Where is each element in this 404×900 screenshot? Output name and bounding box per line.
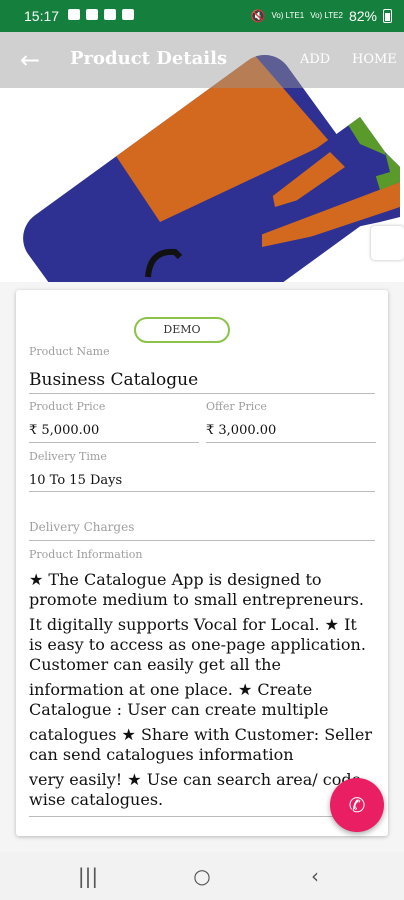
product-info-label: Product Information: [29, 548, 143, 561]
notification-icon: [104, 9, 116, 20]
divider: [29, 442, 199, 443]
product-name-value: Business Catalogue: [29, 370, 199, 390]
product-info-line: information at one place. ★ Create Catal…: [29, 680, 329, 719]
network-label: Vo) LTE1: [271, 11, 305, 20]
side-tab[interactable]: [371, 226, 404, 260]
product-name-label: Product Name: [29, 345, 110, 358]
product-info-text: ★ The Catalogue App is designed to promo…: [29, 570, 374, 815]
product-price-value: ₹ 5,000.00: [29, 423, 100, 438]
demo-badge[interactable]: DEMO: [134, 317, 230, 343]
divider: [29, 491, 375, 492]
system-nav-bar: ||| ○ ‹: [0, 852, 404, 900]
mute-icon: 🔇: [250, 9, 266, 23]
notification-icon: [86, 9, 98, 20]
product-info-line: ★ The Catalogue App is designed to promo…: [29, 570, 364, 609]
product-details-card: DEMO Product Name Business Catalogue Pro…: [16, 290, 388, 836]
battery-percent: 82%: [348, 8, 377, 24]
divider: [29, 540, 375, 541]
back-arrow-icon[interactable]: ←: [16, 46, 44, 74]
image-icon: [122, 9, 134, 20]
battery-icon: [383, 9, 392, 23]
recents-icon[interactable]: |||: [73, 864, 103, 888]
delivery-charges-label: Delivery Charges: [29, 520, 135, 534]
offer-price-value: ₹ 3,000.00: [206, 423, 277, 438]
product-info-line: very easily! ★ Use can search area/ code…: [29, 770, 362, 809]
divider: [29, 816, 375, 817]
product-price-label: Product Price: [29, 400, 106, 413]
page-title: Product Details: [70, 48, 228, 69]
home-button[interactable]: HOME: [352, 52, 397, 67]
notification-icons: [68, 9, 134, 20]
network-label: Vo) LTE2: [310, 11, 343, 20]
product-info-line: It digitally supports Vocal for Local. ★…: [29, 615, 366, 674]
product-info-line: catalogues ★ Share with Customer: Seller…: [29, 725, 372, 764]
whatsapp-icon: ✆: [348, 793, 366, 817]
add-button[interactable]: ADD: [300, 52, 330, 67]
notification-icon: [68, 9, 80, 20]
divider: [29, 393, 375, 394]
divider: [206, 442, 376, 443]
status-time: 15:17: [24, 8, 60, 24]
app-bar: ← Product Details ADD HOME: [0, 32, 404, 88]
status-bar: 15:17 🔇 Vo) LTE1 Vo) LTE2 82%: [0, 0, 404, 32]
back-icon[interactable]: ‹: [300, 864, 330, 888]
whatsapp-button[interactable]: ✆: [330, 778, 384, 832]
offer-price-label: Offer Price: [206, 400, 267, 413]
home-icon[interactable]: ○: [187, 864, 217, 888]
delivery-time-value: 10 To 15 Days: [29, 473, 123, 488]
delivery-time-label: Delivery Time: [29, 450, 107, 463]
